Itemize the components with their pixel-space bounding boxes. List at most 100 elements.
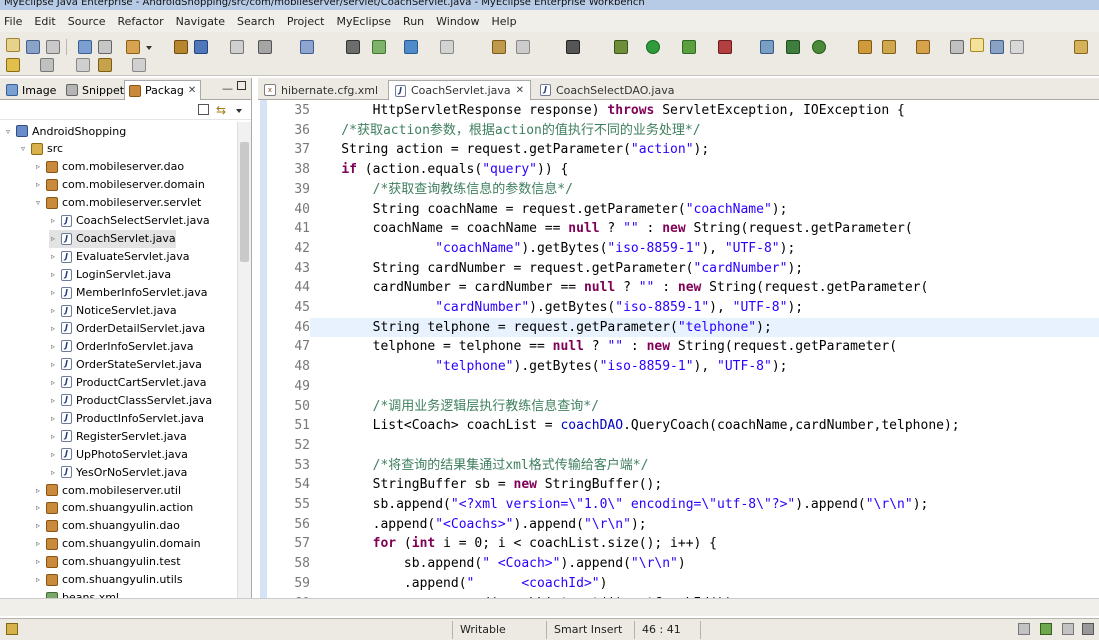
code-line[interactable]: /*获取action参数，根据action的值执行不同的业务处理*/ xyxy=(310,121,1099,141)
tree-item-package[interactable]: ▹ com.shuangyulin.dao xyxy=(34,517,180,535)
last-edit-icon[interactable] xyxy=(76,58,90,72)
tab-snippet[interactable]: Snippet xyxy=(62,80,128,100)
console-icon[interactable] xyxy=(566,40,580,54)
tree-item-java-file[interactable]: ▹ J MemberInfoServlet.java xyxy=(49,284,208,302)
open-task-icon[interactable] xyxy=(916,40,930,54)
tree-twisty-icon[interactable]: ▹ xyxy=(49,252,57,261)
code-line[interactable]: String telphone = request.getParameter("… xyxy=(310,317,1099,338)
tree-twisty-icon[interactable]: ▹ xyxy=(49,360,57,369)
highlight-icon[interactable] xyxy=(970,38,984,52)
block-selection-icon[interactable] xyxy=(990,40,1004,54)
minimize-icon[interactable]: — xyxy=(222,82,233,95)
code-line[interactable]: /*将查询的结果集通过xml格式传输给客户端*/ xyxy=(310,456,1099,476)
tab-coachselectdao[interactable]: J CoachSelectDAO.java xyxy=(534,80,680,100)
tree-item-java-file[interactable]: ▹ J OrderDetailServlet.java xyxy=(49,319,205,337)
code-line[interactable]: /*调用业务逻辑层执行教练信息查询*/ xyxy=(310,397,1099,417)
code-line[interactable]: cardNumber = cardNumber == null ? "" : n… xyxy=(310,278,1099,298)
tree-item-java-file[interactable]: ▹ J ProductClassServlet.java xyxy=(49,391,212,409)
tree-twisty-icon[interactable]: ▿ xyxy=(34,198,42,207)
image-editor-icon[interactable] xyxy=(492,40,506,54)
package-icon[interactable] xyxy=(174,40,188,54)
tree-item-package[interactable]: ▹ com.shuangyulin.domain xyxy=(34,535,201,553)
code-line[interactable]: if (action.equals("query")) { xyxy=(310,160,1099,180)
tab-coachservlet[interactable]: J CoachServlet.java ✕ xyxy=(388,80,532,100)
tree-twisty-icon[interactable]: ▹ xyxy=(34,486,42,495)
tree-twisty-icon[interactable]: ▹ xyxy=(34,162,42,171)
bug-icon[interactable] xyxy=(614,40,628,54)
tree-item-package[interactable]: ▹ com.mobileserver.util xyxy=(34,481,181,499)
tree-twisty-icon[interactable]: ▹ xyxy=(34,180,42,189)
terminal-icon[interactable] xyxy=(346,40,360,54)
tree-item-package[interactable]: ▹ com.mobileserver.domain xyxy=(34,176,205,194)
server-icon[interactable] xyxy=(78,40,92,54)
tree-twisty-icon[interactable]: ▹ xyxy=(49,414,57,423)
code-line[interactable]: /*获取查询教练信息的参数信息*/ xyxy=(310,180,1099,200)
database-icon[interactable] xyxy=(372,40,386,54)
menu-myeclipse[interactable]: MyEclipse xyxy=(332,15,395,28)
coverage-icon[interactable] xyxy=(682,40,696,54)
tree-item-java-file[interactable]: ▹ J UpPhotoServlet.java xyxy=(49,445,188,463)
code-editor[interactable]: HttpServletResponse response) throws Ser… xyxy=(310,100,1099,598)
annotation-icon[interactable] xyxy=(882,40,896,54)
tree-item-java-file[interactable]: ▹ J CoachServlet.java xyxy=(49,229,176,248)
tree-twisty-icon[interactable]: ▹ xyxy=(34,575,42,584)
tree-twisty-icon[interactable]: ▹ xyxy=(49,306,57,315)
progress-icon[interactable] xyxy=(1018,623,1030,635)
code-line[interactable] xyxy=(310,436,1099,456)
link-with-editor-icon[interactable]: ⇆ xyxy=(216,103,226,117)
menu-window[interactable]: Window xyxy=(432,15,483,28)
search-icon[interactable] xyxy=(258,40,272,54)
outline-icon[interactable] xyxy=(440,40,454,54)
menu-run[interactable]: Run xyxy=(399,15,428,28)
code-line[interactable]: .append("<Coachs>").append("\r\n"); xyxy=(310,515,1099,535)
tree-twisty-icon[interactable]: ▹ xyxy=(34,557,42,566)
menu-source[interactable]: Source xyxy=(64,15,110,28)
code-line[interactable]: StringBuffer sb = new StringBuffer(); xyxy=(310,475,1099,495)
close-icon[interactable]: ✕ xyxy=(188,85,196,96)
properties-icon[interactable] xyxy=(516,40,530,54)
tree-twisty-icon[interactable]: ▹ xyxy=(34,539,42,548)
code-line[interactable] xyxy=(310,377,1099,397)
debug-icon[interactable] xyxy=(300,40,314,54)
tree-item-java-file[interactable]: ▹ J LoginServlet.java xyxy=(49,266,171,284)
tab-package-explorer[interactable]: Packag ✕ xyxy=(124,80,202,100)
tree-twisty-icon[interactable]: ▹ xyxy=(49,396,57,405)
tree-twisty-icon[interactable]: ▹ xyxy=(34,521,42,530)
code-line[interactable]: "telphone").getBytes("iso-8859-1"), "UTF… xyxy=(310,357,1099,377)
tree-item-java-file[interactable]: ▹ J EvaluateServlet.java xyxy=(49,248,190,266)
tree-item-java-file[interactable]: ▹ J ProductCartServlet.java xyxy=(49,373,207,391)
browser-icon[interactable] xyxy=(230,40,244,54)
menu-navigate[interactable]: Navigate xyxy=(172,15,229,28)
refresh-icon[interactable] xyxy=(786,40,800,54)
editor-horizontal-scrollbar[interactable] xyxy=(0,598,1099,616)
show-whitespace-icon[interactable] xyxy=(1010,40,1024,54)
close-icon[interactable]: ✕ xyxy=(516,85,524,96)
class-icon[interactable] xyxy=(194,40,208,54)
tree-item-java-file[interactable]: ▹ J ProductInfoServlet.java xyxy=(49,409,204,427)
tree-item[interactable]: ▿ AndroidShopping xyxy=(4,122,126,140)
code-line[interactable]: .append(" <coachId>") xyxy=(310,574,1099,594)
tree-item[interactable]: ▿ src xyxy=(19,140,63,158)
tree-item-java-file[interactable]: ▹ J RegisterServlet.java xyxy=(49,427,187,445)
tree-twisty-icon[interactable]: ▹ xyxy=(49,450,57,459)
code-line[interactable]: String coachName = request.getParameter(… xyxy=(310,200,1099,220)
new-wizard-icon[interactable] xyxy=(760,40,774,54)
code-line[interactable]: telphone = telphone == null ? "" : new S… xyxy=(310,337,1099,357)
tree-twisty-icon[interactable]: ▹ xyxy=(49,234,57,243)
toggle-mark-icon[interactable] xyxy=(950,40,964,54)
code-line[interactable]: for (int i = 0; i < coachList.size(); i+… xyxy=(310,534,1099,554)
tree-twisty-icon[interactable]: ▹ xyxy=(34,503,42,512)
server-status-icon[interactable] xyxy=(1040,623,1052,635)
menu-file[interactable]: File xyxy=(0,15,26,28)
print-icon[interactable] xyxy=(46,40,60,54)
menu-refactor[interactable]: Refactor xyxy=(114,15,168,28)
code-line[interactable]: HttpServletResponse response) throws Ser… xyxy=(310,101,1099,121)
tree-twisty-icon[interactable]: ▹ xyxy=(49,342,57,351)
tree-twisty-icon[interactable]: ▿ xyxy=(19,144,27,153)
scrollbar-thumb[interactable] xyxy=(240,142,249,262)
code-line[interactable]: List<Coach> coachList = coachDAO.QueryCo… xyxy=(310,416,1099,436)
external-tools-icon[interactable] xyxy=(718,40,732,54)
menu-edit[interactable]: Edit xyxy=(30,15,59,28)
save-icon[interactable] xyxy=(26,40,40,54)
code-line[interactable]: sb.append("<?xml version=\"1.0\" encodin… xyxy=(310,495,1099,515)
